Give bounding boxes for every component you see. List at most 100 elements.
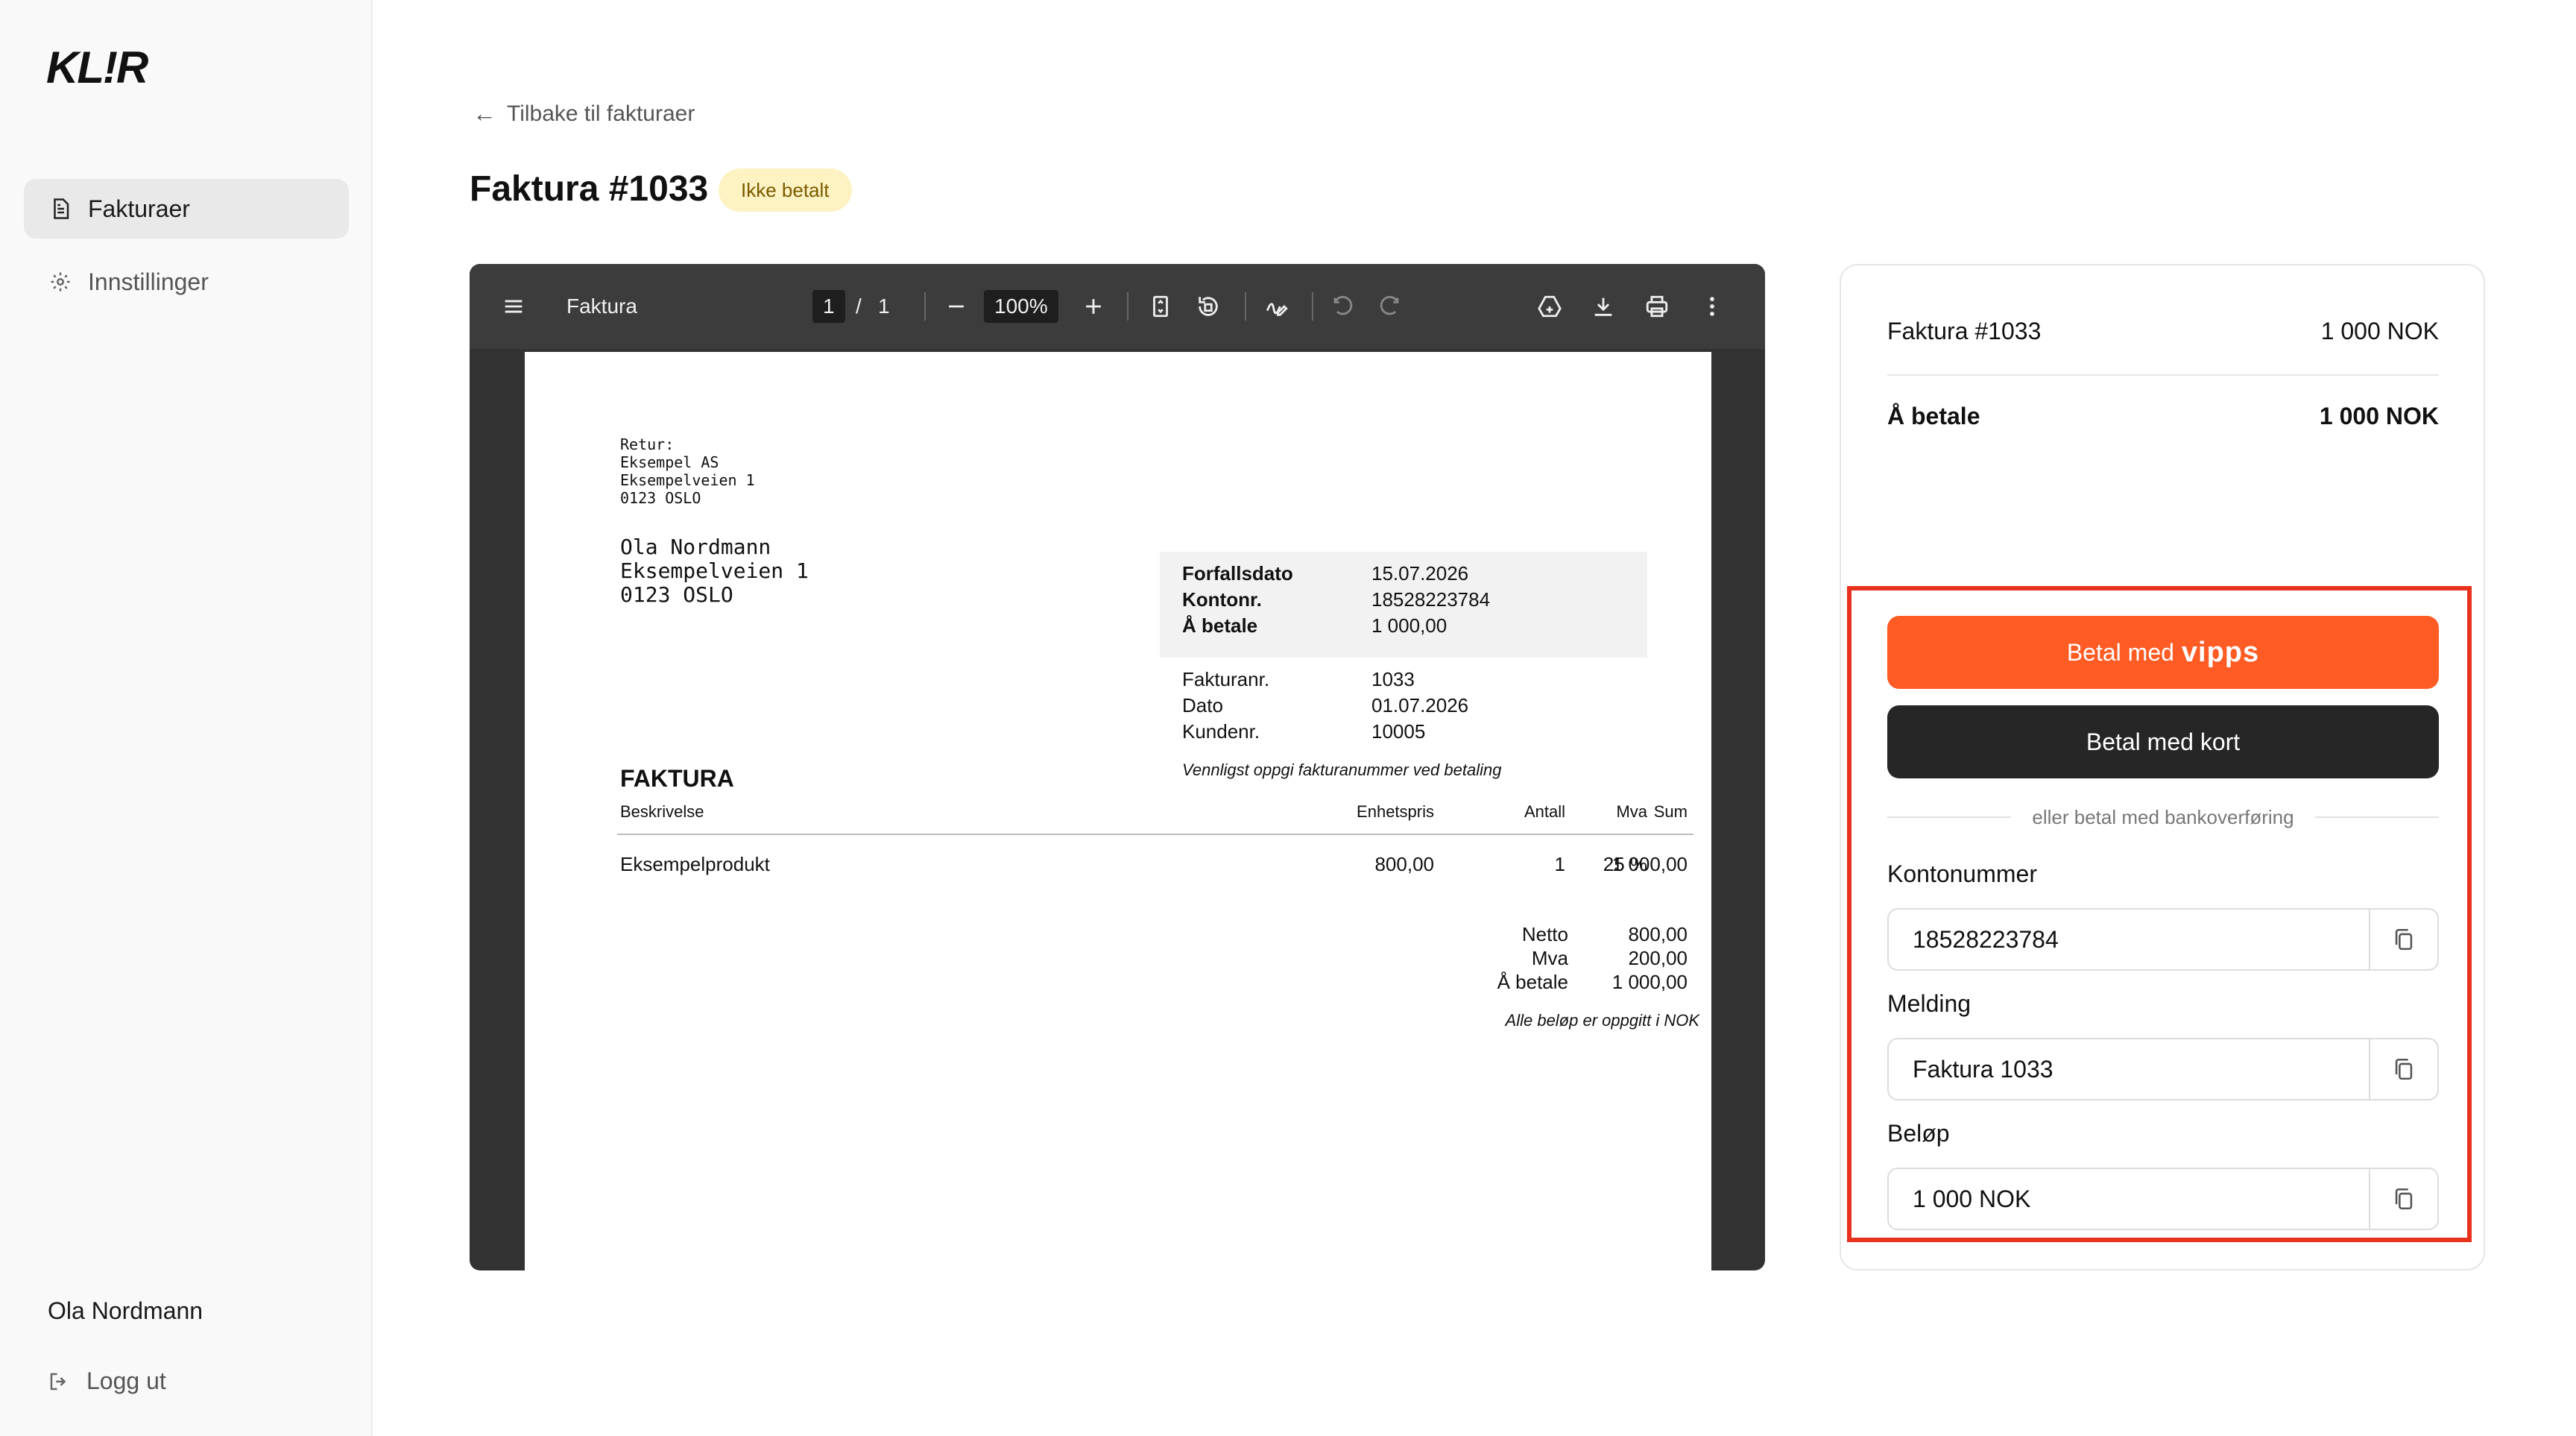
message-field[interactable]: Faktura 1033 (1887, 1038, 2439, 1100)
payment-note: Vennligst oppgi fakturanummer ved betali… (1182, 760, 1502, 779)
toolbar-divider (1127, 292, 1128, 321)
line-sum: 1 000,00 (1611, 853, 1688, 875)
net-label: Netto (1521, 923, 1568, 945)
column-quantity: Antall (1524, 802, 1565, 821)
annotate-icon[interactable] (1264, 264, 1289, 349)
user-name: Ola Nordmann (48, 1297, 203, 1324)
document-icon (49, 198, 72, 220)
sidebar-item-label: Innstillinger (88, 268, 209, 295)
account-number-label: Kontonummer (1887, 860, 2037, 887)
menu-icon[interactable] (501, 264, 526, 349)
amount-label: Beløp (1887, 1120, 1950, 1147)
invoice-number-label: Fakturanr. (1182, 668, 1270, 690)
vat-value: 200,00 (1628, 947, 1688, 969)
pdf-toolbar: Faktura 1 / 1 100% (470, 264, 1765, 349)
amount-field[interactable]: 1 000 NOK (1887, 1168, 2439, 1230)
column-unit-price: Enhetspris (1357, 802, 1434, 821)
invoice-number-value: 1033 (1371, 668, 1415, 690)
currency-note: Alle beløp er oppgitt i NOK (1505, 1011, 1699, 1030)
to-pay-amount: 1 000 NOK (2319, 403, 2439, 429)
download-icon[interactable] (1591, 264, 1616, 349)
copy-icon[interactable] (2369, 910, 2437, 969)
pdf-page: Retur: Eksempel AS Eksempelveien 1 0123 … (525, 352, 1711, 1270)
payment-panel: Faktura #1033 1 000 NOK Å betale 1 000 N… (1840, 264, 2485, 1270)
summary-divider (1887, 374, 2439, 376)
sidebar: KL!R Fakturaer Innstillinger Ola Nordman… (0, 0, 373, 1436)
total-value: 1 000,00 (1611, 971, 1688, 993)
page-number-input[interactable]: 1 (812, 290, 845, 323)
bank-transfer-divider: eller betal med bankoverføring (1887, 802, 2439, 832)
total-pages: 1 (878, 295, 890, 318)
bank-transfer-label: eller betal med bankoverføring (2032, 805, 2294, 828)
status-badge: Ikke betalt (719, 169, 852, 212)
due-label: Forfallsdato (1182, 562, 1293, 585)
total-label: Å betale (1497, 971, 1568, 993)
print-icon[interactable] (1644, 264, 1670, 349)
customer-value: 10005 (1371, 720, 1426, 743)
pay-with-vipps-button[interactable]: Betal med vipps (1887, 616, 2439, 689)
recipient-address: Ola Nordmann Eksempelveien 1 0123 OSLO (620, 535, 809, 607)
toolbar-divider (1245, 292, 1246, 321)
date-value: 01.07.2026 (1371, 694, 1469, 717)
page-separator: / (856, 295, 862, 318)
logout-label: Logg ut (86, 1367, 166, 1394)
customer-label: Kundenr. (1182, 720, 1260, 743)
pay-with-card-button[interactable]: Betal med kort (1887, 705, 2439, 778)
zoom-in-icon[interactable] (1081, 264, 1106, 349)
column-description: Beskrivelse (620, 802, 704, 821)
account-label: Kontonr. (1182, 588, 1262, 611)
arrow-left-icon: ← (473, 100, 496, 127)
fit-page-icon[interactable] (1148, 264, 1173, 349)
toolbar-divider (1312, 292, 1313, 321)
date-label: Dato (1182, 694, 1223, 717)
column-sum: Sum (1653, 802, 1688, 821)
back-label: Tilbake til fakturaer (507, 101, 695, 126)
to-pay-label: Å betale (1887, 403, 1980, 429)
message-label: Melding (1887, 990, 1972, 1017)
vat-label: Mva (1531, 947, 1568, 969)
line-description: Eksempelprodukt (620, 853, 770, 875)
rotate-icon[interactable] (1196, 264, 1221, 349)
sidebar-item-innstillinger[interactable]: Innstillinger (24, 252, 349, 312)
page-title: Faktura #1033 (470, 169, 709, 209)
invoice-summary-amount: 1 000 NOK (2320, 318, 2439, 344)
amount-value: 1 000 NOK (1913, 1185, 2031, 1212)
to-pay-value: 1 000,00 (1371, 614, 1448, 637)
copy-icon[interactable] (2369, 1039, 2437, 1099)
logout-link[interactable]: Logg ut (48, 1367, 166, 1395)
zoom-input[interactable]: 100% (984, 290, 1058, 323)
to-pay-row: Å betale 1 000 NOK (1887, 403, 2439, 430)
line-quantity: 1 (1554, 853, 1565, 875)
pdf-viewer: Faktura 1 / 1 100% Retur: Eksempel AS Ek… (470, 264, 1765, 1270)
gear-icon (49, 271, 72, 293)
sidebar-item-fakturaer[interactable]: Fakturaer (24, 179, 349, 239)
to-pay-label: Å betale (1182, 614, 1258, 637)
more-options-icon[interactable] (1699, 264, 1725, 349)
table-divider (617, 834, 1693, 835)
message-value: Faktura 1033 (1913, 1055, 2053, 1083)
pdf-title: Faktura (566, 295, 637, 318)
back-link[interactable]: ← Tilbake til fakturaer (473, 100, 695, 127)
undo-icon[interactable] (1330, 264, 1355, 349)
vipps-logo: vipps (2181, 636, 2260, 668)
invoice-summary-row: Faktura #1033 1 000 NOK (1887, 318, 2439, 345)
vipps-button-label: Betal med (2066, 638, 2174, 666)
account-number-field[interactable]: 18528223784 (1887, 908, 2439, 971)
line-unit-price: 800,00 (1374, 853, 1434, 875)
logo[interactable]: KL!R (46, 42, 148, 93)
drive-icon[interactable] (1537, 264, 1562, 349)
sidebar-item-label: Fakturaer (88, 195, 190, 222)
logout-icon (48, 1370, 70, 1393)
redo-icon[interactable] (1377, 264, 1403, 349)
account-value: 18528223784 (1371, 588, 1491, 611)
due-value: 15.07.2026 (1371, 562, 1469, 585)
return-address: Retur: Eksempel AS Eksempelveien 1 0123 … (620, 435, 755, 507)
invoice-summary-label: Faktura #1033 (1887, 318, 2042, 344)
net-value: 800,00 (1628, 923, 1688, 945)
account-number-value: 18528223784 (1913, 925, 2059, 953)
zoom-out-icon[interactable] (944, 264, 969, 349)
copy-icon[interactable] (2369, 1169, 2437, 1229)
toolbar-divider (924, 292, 926, 321)
card-button-label: Betal med kort (2086, 728, 2241, 755)
invoice-heading: FAKTURA (620, 765, 734, 792)
